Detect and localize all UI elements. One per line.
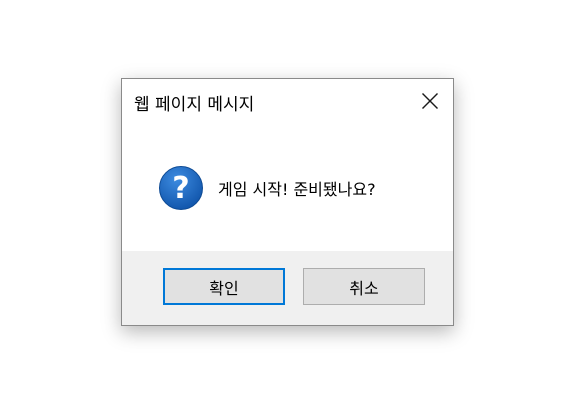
close-button[interactable] — [407, 79, 453, 123]
question-icon: ? — [159, 166, 203, 210]
close-icon — [422, 93, 438, 109]
button-bar: 확인 취소 — [122, 251, 453, 325]
dialog-title: 웹 페이지 메시지 — [134, 95, 255, 115]
ok-button[interactable]: 확인 — [163, 268, 285, 305]
svg-text:?: ? — [172, 171, 189, 206]
title-bar: 웹 페이지 메시지 — [122, 79, 453, 125]
cancel-button[interactable]: 취소 — [303, 268, 425, 305]
dialog-message: 게임 시작! 준비됐나요? — [218, 180, 376, 199]
message-dialog: 웹 페이지 메시지 ? 게임 시작! 준비됐나요? 확인 취소 — [121, 78, 454, 326]
dialog-content: ? 게임 시작! 준비됐나요? — [122, 125, 453, 251]
